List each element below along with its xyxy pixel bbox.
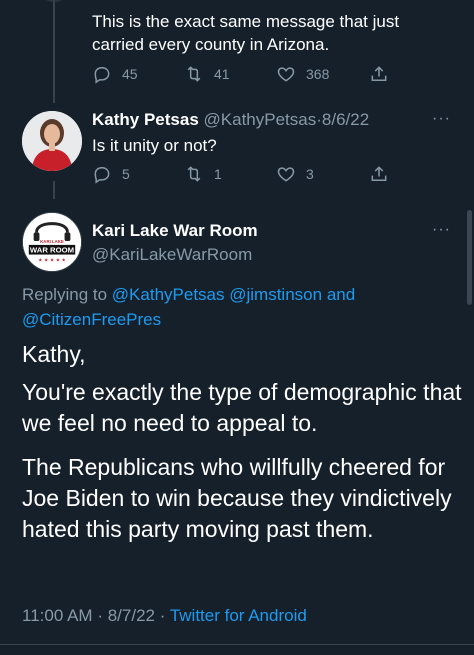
war-room-avatar[interactable]: KARI LAKE WAR ROOM ★ ★ ★ ★ ★ <box>22 212 82 272</box>
retweet-button[interactable]: 1 <box>184 164 222 184</box>
share-button[interactable] <box>369 164 399 184</box>
tweet-date[interactable]: 8/7/22 <box>108 606 155 625</box>
mention-jimstinson[interactable]: @jimstinson <box>229 285 322 304</box>
kathy-avatar[interactable] <box>22 111 82 171</box>
kathy-date[interactable]: 8/6/22 <box>322 110 369 129</box>
like-icon <box>277 167 295 182</box>
kathy-tweet-text: Is it unity or not? <box>92 136 217 155</box>
share-button[interactable] <box>369 64 399 84</box>
tweet-meta: 11:00 AM · 8/7/22 · Twitter for Android <box>22 606 307 626</box>
tweet-time[interactable]: 11:00 AM <box>22 606 93 625</box>
mention-citizenfreepres[interactable]: @CitizenFreePres <box>22 310 161 329</box>
scrollbar[interactable] <box>467 210 472 305</box>
reply-icon <box>94 167 110 184</box>
tweet-source[interactable]: Twitter for Android <box>170 606 307 625</box>
tweet-paragraph-1: Kathy, <box>22 341 86 367</box>
share-icon <box>371 166 387 181</box>
like-count: 368 <box>306 66 330 82</box>
reply-button[interactable]: 45 <box>92 64 138 84</box>
svg-text:KARI LAKE: KARI LAKE <box>40 239 64 244</box>
retweet-button[interactable]: 41 <box>184 64 230 84</box>
reply-count: 5 <box>122 166 130 182</box>
main-display-name[interactable]: Kari Lake War Room <box>92 221 258 241</box>
reply-count: 45 <box>122 66 138 82</box>
meta-sep-2: · <box>159 606 166 625</box>
main-handle[interactable]: @KariLakeWarRoom <box>92 245 252 265</box>
replying-to: Replying to @KathyPetsas @jimstinson and… <box>22 282 452 332</box>
tweet-paragraph-3: The Republicans who willfully cheered fo… <box>22 454 452 542</box>
like-button[interactable]: 368 <box>276 64 329 84</box>
share-icon <box>371 66 387 81</box>
kathy-header: Kathy Petsas @KathyPetsas·8/6/22 <box>92 110 369 130</box>
like-count: 3 <box>306 166 314 182</box>
retweet-icon <box>187 66 201 82</box>
thread-line <box>53 0 55 103</box>
svg-text:★ ★ ★ ★ ★: ★ ★ ★ ★ ★ <box>38 257 66 263</box>
replying-prefix: Replying to <box>22 285 108 304</box>
retweet-count: 1 <box>214 166 222 182</box>
more-icon[interactable]: ··· <box>432 221 451 239</box>
mention-kathypetsas[interactable]: @KathyPetsas <box>112 285 225 304</box>
more-icon[interactable]: ··· <box>432 110 451 128</box>
thread-line-2 <box>53 181 55 199</box>
svg-text:WAR ROOM: WAR ROOM <box>30 246 74 255</box>
like-icon <box>277 67 295 82</box>
meta-sep-1: · <box>97 606 103 625</box>
previous-tweet-text: This is the exact same message that just… <box>92 12 400 54</box>
like-button[interactable]: 3 <box>276 164 314 184</box>
kathy-display-name[interactable]: Kathy Petsas <box>92 110 199 129</box>
kathy-handle[interactable]: @KathyPetsas <box>204 110 317 129</box>
reply-button[interactable]: 5 <box>92 164 130 184</box>
retweet-count: 41 <box>214 66 230 82</box>
tweet-paragraph-2: You're exactly the type of demographic t… <box>22 379 462 436</box>
reply-icon <box>94 67 110 84</box>
retweet-icon <box>187 166 201 182</box>
war-room-logo: KARI LAKE WAR ROOM ★ ★ ★ ★ ★ <box>23 213 81 271</box>
mention-and-others[interactable]: and <box>327 285 355 304</box>
divider <box>0 644 474 645</box>
